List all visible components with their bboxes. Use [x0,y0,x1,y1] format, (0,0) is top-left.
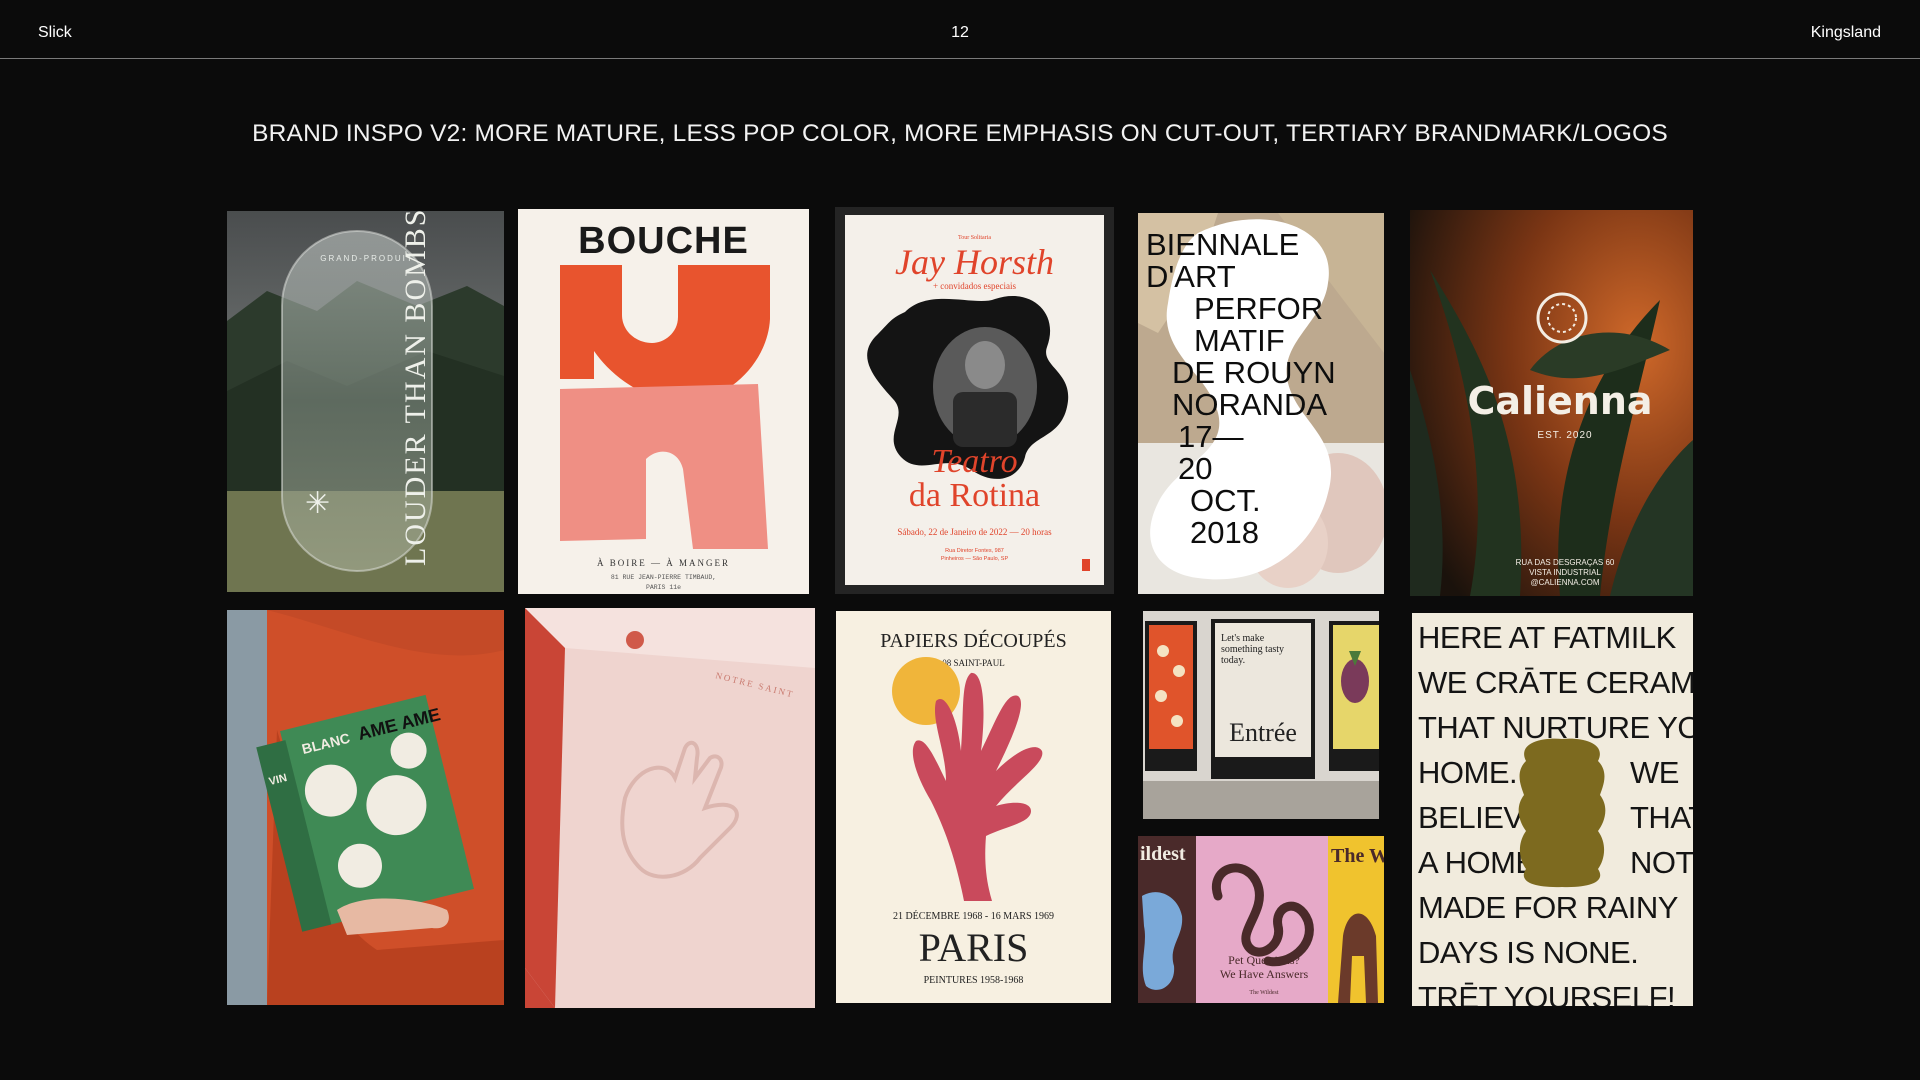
bouche-title: BOUCHE [578,220,749,262]
bouche-line2: 81 RUE JEAN-PIERRE TIMBAUD, [611,574,716,581]
wildest-foot: The Wildest [1249,990,1278,996]
ameame-photo: BLANC AME AME VIN [227,610,504,1005]
tile-jay-horsth: Tour Solitaria Jay Horsth + convidados e… [835,207,1114,594]
jay-poster: Tour Solitaria Jay Horsth + convidados e… [835,207,1114,594]
biennale-line-3: PERFOR [1194,291,1323,326]
calienna-est: EST. 2020 [1537,430,1592,441]
tile-entree: Let's make something tasty today. Entrée [1143,611,1379,819]
fatmilk-line-8: DAYS IS NONE. [1418,935,1638,970]
wildest-q1: Pet Questions? [1228,953,1300,967]
calienna-footer1: RUA DAS DESGRAÇAS 60 [1516,558,1615,567]
asterisk-icon: ✳ [305,486,330,521]
fatmilk-line-2: WE CRĀTE CERAMICS [1418,665,1693,700]
papiers-title: PAPIERS DÉCOUPÉS [880,629,1067,652]
fatmilk-right-2: THAT [1630,800,1693,835]
bouche-line3: PARIS 11e [646,584,681,591]
fatmilk-line-6: A HOME [1418,845,1536,880]
jay-name: Jay Horsth [895,242,1054,282]
jay-date: Sábado, 22 de Janeiro de 2022 — 20 horas [897,527,1052,537]
tile-louder-than-bombs: GRAND-PRODUIT ✳ LOUDER THAN BOMBS [227,211,504,592]
jay-sub: + convidados especiais [933,281,1017,291]
bouche-poster: BOUCHE À BOIRE — À MANGER 81 RUE JEAN-PI… [518,209,809,594]
jay-address2: Pinheiros — São Paulo, SP [941,556,1009,562]
entree-tagline3: today. [1221,655,1245,666]
louder-vertical-text: LOUDER THAN BOMBS [399,211,432,566]
page-number: 12 [951,24,969,41]
calienna-footer2: VISTA INDUSTRIAL [1529,568,1601,577]
entree-tagline1: Let's make [1221,633,1265,644]
biennale-poster: BIENNALE D'ART PERFOR MATIF DE ROUYN NOR… [1138,213,1384,594]
papiers-city: PARIS [919,925,1029,970]
jay-address1: Rua Diretor Fontes, 987 [945,548,1004,554]
biennale-line-10: 2018 [1190,515,1259,550]
papiers-sub: 08 SAINT-PAUL [942,658,1005,668]
biennale-line-2: D'ART [1146,259,1236,294]
biennale-line-5: DE ROUYN [1172,355,1336,390]
tile-bouche: BOUCHE À BOIRE — À MANGER 81 RUE JEAN-PI… [518,209,809,594]
papiers-poster: PAPIERS DÉCOUPÉS 08 SAINT-PAUL 21 DÉCEMB… [836,611,1111,1003]
biennale-line-1: BIENNALE [1146,227,1299,262]
calienna-poster: Calienna EST. 2020 RUA DAS DESGRAÇAS 60 … [1410,210,1693,596]
fatmilk-right-1: WE [1630,755,1679,790]
tile-the-wildest: ildest Pet Questions? We Have Answers Th… [1138,836,1384,1003]
fatmilk-line-9: TRĒT YOURSELF! [1418,980,1675,1006]
header-right-label: Kingsland [1810,24,1881,41]
calienna-footer3: @CALIENNA.COM [1530,578,1599,587]
fatmilk-line-7: MADE FOR RAINY [1418,890,1678,925]
wildest-poster: ildest Pet Questions? We Have Answers Th… [1138,836,1384,1003]
tile-pink-box: NOTRE SAINT [525,608,815,1008]
slide-title: BRAND INSPO V2: MORE MATURE, LESS POP CO… [252,120,1668,147]
entree-tagline2: something tasty [1221,644,1284,655]
jay-top-small: Tour Solitaria [958,235,991,241]
biennale-line-6: NORANDA [1172,387,1327,422]
pinkbox-photo: NOTRE SAINT [525,608,815,1008]
biennale-line-7: 17— [1178,419,1243,454]
louder-image: GRAND-PRODUIT ✳ LOUDER THAN BOMBS [227,211,504,592]
biennale-line-9: OCT. [1190,483,1261,518]
fatmilk-right-3: NOT [1630,845,1693,880]
wildest-right-word: The W [1331,845,1384,867]
wildest-left-word: ildest [1140,843,1186,865]
tile-calienna: Calienna EST. 2020 RUA DAS DESGRAÇAS 60 … [1410,210,1693,596]
tile-ame-ame: BLANC AME AME VIN [227,610,504,1005]
jay-venue2: da Rotina [909,477,1040,514]
entree-photo: Let's make something tasty today. Entrée [1143,611,1379,819]
fatmilk-poster: HERE AT FATMILK WE CRĀTE CERAMICS THAT N… [1412,613,1693,1006]
calienna-name: Calienna [1467,379,1652,423]
top-bar: Slick 12 Kingsland [0,0,1920,59]
papiers-years: PEINTURES 1958-1968 [924,975,1024,986]
entree-brand: Entrée [1229,718,1297,747]
tile-biennale: BIENNALE D'ART PERFOR MATIF DE ROUYN NOR… [1138,213,1384,594]
tile-fatmilk: HERE AT FATMILK WE CRĀTE CERAMICS THAT N… [1412,613,1693,1006]
tile-papiers-decoupes: PAPIERS DÉCOUPÉS 08 SAINT-PAUL 21 DÉCEMB… [836,611,1111,1003]
biennale-line-8: 20 [1178,451,1212,486]
wildest-q2: We Have Answers [1220,967,1309,981]
jay-venue1: Teatro [931,443,1017,480]
fatmilk-line-1: HERE AT FATMILK [1418,620,1677,655]
bouche-line1: À BOIRE — À MANGER [597,558,730,568]
fatmilk-line-4: HOME. [1418,755,1517,790]
biennale-line-4: MATIF [1194,323,1285,358]
papiers-dates: 21 DÉCEMBRE 1968 - 16 MARS 1969 [893,910,1054,922]
